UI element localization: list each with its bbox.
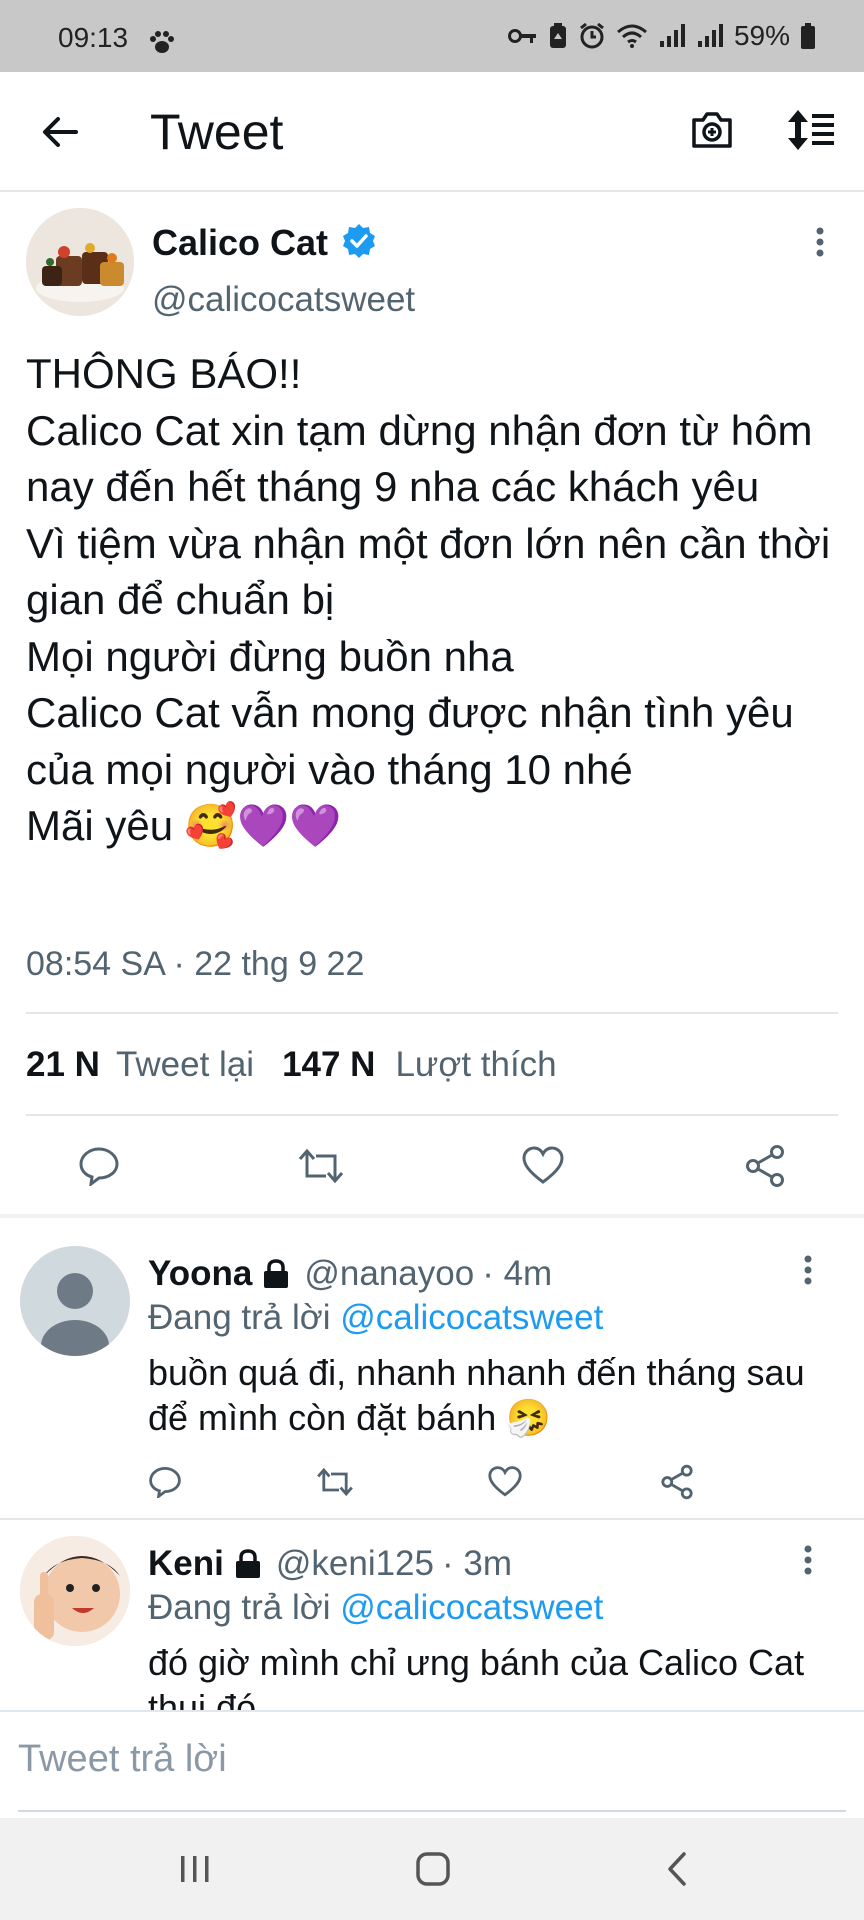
reply-icon[interactable] xyxy=(148,1466,182,1498)
like-icon[interactable] xyxy=(522,1146,564,1186)
reply-time: · 4m xyxy=(482,1254,553,1293)
sort-icon[interactable] xyxy=(786,108,836,152)
tweet-text: THÔNG BÁO!! Calico Cat xin tạm dừng nhận… xyxy=(26,350,831,849)
share-icon[interactable] xyxy=(660,1464,694,1500)
like-count[interactable]: 147 N xyxy=(282,1045,375,1085)
more-options-icon[interactable] xyxy=(800,1544,816,1576)
replying-to-label: Đang trả lời xyxy=(148,1588,331,1627)
reply-time: · 3m xyxy=(442,1544,512,1583)
reply-compose-input[interactable]: Tweet trả lời xyxy=(18,1738,227,1781)
reply-icon[interactable] xyxy=(78,1146,120,1186)
status-icons: 59% xyxy=(507,20,816,52)
replying-to-label: Đang trả lời xyxy=(148,1298,331,1337)
lock-icon xyxy=(264,1259,289,1288)
compose-underline xyxy=(18,1810,846,1812)
signal-icon xyxy=(659,24,685,47)
retweet-label[interactable]: Tweet lại xyxy=(116,1045,254,1085)
reply-avatar[interactable] xyxy=(20,1246,130,1356)
divider xyxy=(26,1114,838,1116)
replying-to: Đang trả lời @calicocatsweet xyxy=(148,1588,603,1628)
reply-handle[interactable]: @nanayoo xyxy=(304,1254,474,1294)
tweet-timestamp: 08:54 SA · 22 thg 9 22 xyxy=(26,945,365,983)
reply-avatar[interactable] xyxy=(20,1536,130,1646)
retweet-count[interactable]: 21 N xyxy=(26,1045,100,1085)
more-options-icon[interactable] xyxy=(800,1254,816,1286)
divider xyxy=(26,1012,838,1014)
recent-apps-icon[interactable] xyxy=(178,1852,212,1886)
key-icon xyxy=(507,29,536,43)
page-title: Tweet xyxy=(150,104,284,160)
replying-to-link[interactable]: @calicocatsweet xyxy=(340,1588,603,1627)
wifi-icon xyxy=(616,24,647,48)
battery-percent: 59% xyxy=(733,20,790,51)
battery-saver-icon xyxy=(549,23,566,48)
replying-to: Đang trả lời @calicocatsweet xyxy=(148,1298,603,1338)
section-divider xyxy=(0,1214,864,1218)
alarm-icon xyxy=(580,22,604,49)
battery-icon xyxy=(801,23,815,49)
like-label[interactable]: Lượt thích xyxy=(395,1045,556,1085)
cakes-image xyxy=(26,208,134,316)
reply-header: Yoona @nanayoo · 4m xyxy=(148,1254,552,1294)
like-icon[interactable] xyxy=(488,1466,522,1498)
tweet-stats: 21 N Tweet lại 147 N Lượt thích xyxy=(26,1045,557,1085)
reply-handle[interactable]: @keni125 xyxy=(276,1544,434,1584)
share-icon[interactable] xyxy=(744,1144,786,1188)
default-avatar-icon xyxy=(41,1273,109,1356)
back-icon[interactable] xyxy=(662,1850,692,1888)
divider xyxy=(0,1518,864,1520)
reply-author-name[interactable]: Yoona xyxy=(148,1254,252,1294)
camera-add-icon[interactable] xyxy=(688,108,736,152)
retweet-icon[interactable] xyxy=(298,1146,344,1186)
child-photo-image xyxy=(20,1536,130,1646)
retweet-icon[interactable] xyxy=(316,1466,354,1498)
lock-icon xyxy=(235,1549,260,1578)
author-handle[interactable]: @calicocatsweet xyxy=(152,280,415,320)
verified-badge-icon xyxy=(343,224,375,258)
reply-text: đó giờ mình chỉ ưng bánh của Calico Cat … xyxy=(148,1642,805,1710)
more-options-icon[interactable] xyxy=(812,226,828,258)
back-arrow-icon[interactable] xyxy=(40,112,80,152)
reply-text: buồn quá đi, nhanh nhanh đến tháng sau đ… xyxy=(148,1352,805,1438)
reply-header: Keni @keni125 · 3m xyxy=(148,1544,512,1584)
home-icon[interactable] xyxy=(414,1850,452,1888)
signal-icon xyxy=(697,24,723,47)
reply-author-name[interactable]: Keni xyxy=(148,1544,224,1584)
author-avatar[interactable] xyxy=(26,208,134,316)
status-time: 09:13 xyxy=(58,22,129,53)
replying-to-link[interactable]: @calicocatsweet xyxy=(340,1298,603,1337)
paw-icon xyxy=(150,31,174,53)
author-name[interactable]: Calico Cat xyxy=(152,222,328,264)
